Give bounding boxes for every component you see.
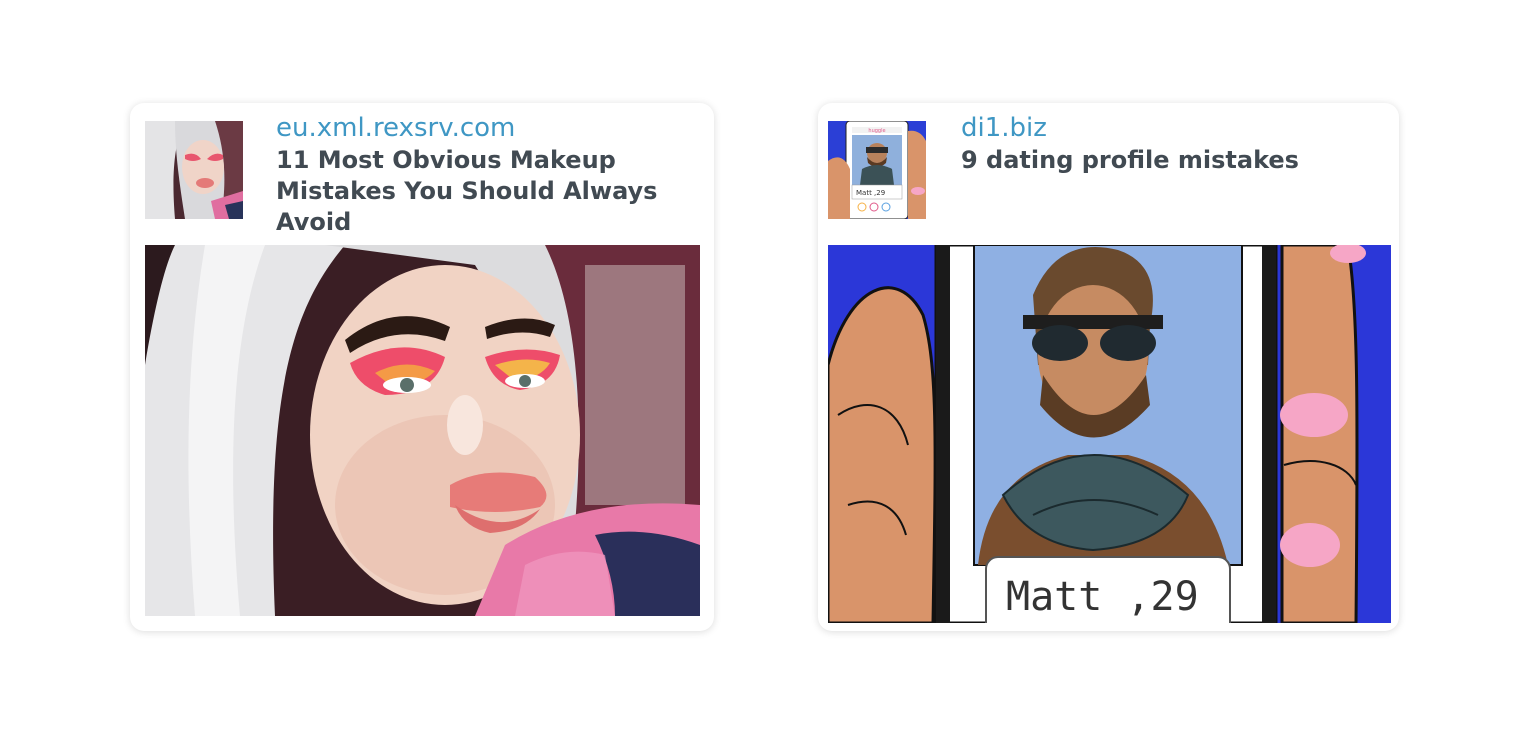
ad-card-makeup[interactable]: eu.xml.rexsrv.com 11 Most Obvious Makeup… <box>130 103 714 631</box>
svg-text:huggle: huggle <box>868 128 885 134</box>
ad-widget: eu.xml.rexsrv.com 11 Most Obvious Makeup… <box>0 0 1528 736</box>
ad-headline[interactable]: 9 dating profile mistakes <box>961 145 1381 176</box>
ad-source-link[interactable]: di1.biz <box>961 113 1381 143</box>
dating-hero-image[interactable]: Matt ,29 <box>828 245 1391 623</box>
makeup-thumbnail-image[interactable] <box>145 121 243 219</box>
svg-text:Matt ,29: Matt ,29 <box>856 189 885 197</box>
ad-card-dating[interactable]: huggle Matt ,29 di1.biz 9 dating profile… <box>818 103 1399 631</box>
profile-caption: Matt ,29 <box>1006 574 1199 620</box>
makeup-hero-image[interactable] <box>145 245 700 616</box>
ad-source-link[interactable]: eu.xml.rexsrv.com <box>276 113 696 143</box>
dating-thumbnail-image[interactable]: huggle Matt ,29 <box>828 121 926 219</box>
ad-headline[interactable]: 11 Most Obvious Makeup Mistakes You Shou… <box>276 145 696 238</box>
